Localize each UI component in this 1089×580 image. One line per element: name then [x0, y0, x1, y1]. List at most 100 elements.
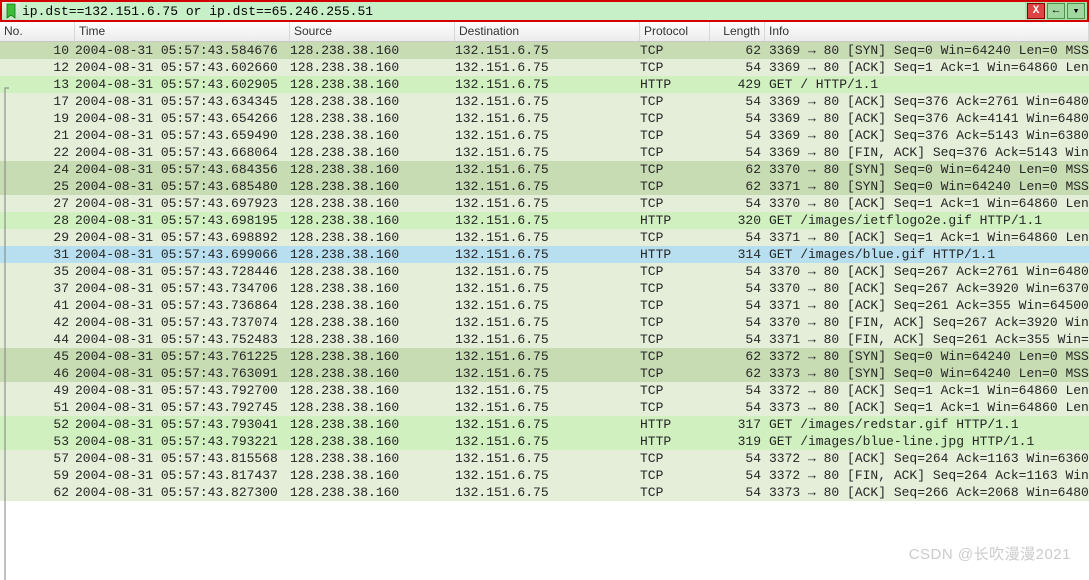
cell-time: 2004-08-31 05:57:43.668064 — [75, 144, 290, 161]
cell-length: 62 — [710, 348, 765, 365]
packet-row[interactable]: 212004-08-31 05:57:43.659490128.238.38.1… — [0, 127, 1089, 144]
cell-source: 128.238.38.160 — [290, 161, 455, 178]
cell-protocol: TCP — [640, 110, 710, 127]
packet-row[interactable]: 442004-08-31 05:57:43.752483128.238.38.1… — [0, 331, 1089, 348]
cell-info: 3372 → 80 [SYN] Seq=0 Win=64240 Len=0 MS… — [765, 348, 1089, 365]
packet-row[interactable]: 132004-08-31 05:57:43.602905128.238.38.1… — [0, 76, 1089, 93]
cell-protocol: TCP — [640, 144, 710, 161]
cell-protocol: TCP — [640, 314, 710, 331]
cell-destination: 132.151.6.75 — [455, 297, 640, 314]
packet-row[interactable]: 372004-08-31 05:57:43.734706128.238.38.1… — [0, 280, 1089, 297]
cell-destination: 132.151.6.75 — [455, 416, 640, 433]
cell-protocol: TCP — [640, 229, 710, 246]
cell-source: 128.238.38.160 — [290, 42, 455, 59]
cell-length: 54 — [710, 382, 765, 399]
cell-protocol: TCP — [640, 42, 710, 59]
display-filter-input[interactable] — [20, 2, 1025, 20]
packet-row[interactable]: 122004-08-31 05:57:43.602660128.238.38.1… — [0, 59, 1089, 76]
col-header-len[interactable]: Length — [710, 22, 765, 41]
packet-row[interactable]: 412004-08-31 05:57:43.736864128.238.38.1… — [0, 297, 1089, 314]
packet-row[interactable]: 572004-08-31 05:57:43.815568128.238.38.1… — [0, 450, 1089, 467]
packet-row[interactable]: 282004-08-31 05:57:43.698195128.238.38.1… — [0, 212, 1089, 229]
packet-row[interactable]: 192004-08-31 05:57:43.654266128.238.38.1… — [0, 110, 1089, 127]
clear-filter-button[interactable]: X — [1027, 3, 1045, 19]
col-header-no[interactable]: No. — [0, 22, 75, 41]
display-filter-bar: X ← ▾ — [0, 0, 1089, 22]
packet-row[interactable]: 352004-08-31 05:57:43.728446128.238.38.1… — [0, 263, 1089, 280]
bookmark-icon[interactable] — [2, 3, 20, 19]
cell-no: 46 — [0, 365, 75, 382]
cell-destination: 132.151.6.75 — [455, 314, 640, 331]
cell-no: 62 — [0, 484, 75, 501]
packet-row[interactable]: 592004-08-31 05:57:43.817437128.238.38.1… — [0, 467, 1089, 484]
cell-time: 2004-08-31 05:57:43.685480 — [75, 178, 290, 195]
packet-row[interactable]: 272004-08-31 05:57:43.697923128.238.38.1… — [0, 195, 1089, 212]
cell-no: 44 — [0, 331, 75, 348]
cell-destination: 132.151.6.75 — [455, 229, 640, 246]
packet-row[interactable]: 492004-08-31 05:57:43.792700128.238.38.1… — [0, 382, 1089, 399]
packet-row[interactable]: 312004-08-31 05:57:43.699066128.238.38.1… — [0, 246, 1089, 263]
cell-no: 29 — [0, 229, 75, 246]
packet-row[interactable]: 622004-08-31 05:57:43.827300128.238.38.1… — [0, 484, 1089, 501]
cell-destination: 132.151.6.75 — [455, 246, 640, 263]
cell-time: 2004-08-31 05:57:43.792700 — [75, 382, 290, 399]
packet-row[interactable]: 252004-08-31 05:57:43.685480128.238.38.1… — [0, 178, 1089, 195]
col-header-src[interactable]: Source — [290, 22, 455, 41]
cell-length: 54 — [710, 144, 765, 161]
cell-no: 35 — [0, 263, 75, 280]
filter-history-dropdown[interactable]: ▾ — [1067, 3, 1085, 19]
cell-info: 3370 → 80 [ACK] Seq=1 Ack=1 Win=64860 Le… — [765, 195, 1089, 212]
packet-row[interactable]: 222004-08-31 05:57:43.668064128.238.38.1… — [0, 144, 1089, 161]
cell-protocol: TCP — [640, 399, 710, 416]
cell-source: 128.238.38.160 — [290, 76, 455, 93]
cell-source: 128.238.38.160 — [290, 450, 455, 467]
cell-info: GET /images/blue-line.jpg HTTP/1.1 — [765, 433, 1089, 450]
cell-info: 3373 → 80 [ACK] Seq=266 Ack=2068 Win=648… — [765, 484, 1089, 501]
packet-row[interactable]: 172004-08-31 05:57:43.634345128.238.38.1… — [0, 93, 1089, 110]
recent-filter-button[interactable]: ← — [1047, 3, 1065, 19]
packet-row[interactable]: 532004-08-31 05:57:43.793221128.238.38.1… — [0, 433, 1089, 450]
col-header-dst[interactable]: Destination — [455, 22, 640, 41]
cell-destination: 132.151.6.75 — [455, 331, 640, 348]
cell-no: 57 — [0, 450, 75, 467]
cell-no: 51 — [0, 399, 75, 416]
cell-no: 19 — [0, 110, 75, 127]
cell-destination: 132.151.6.75 — [455, 365, 640, 382]
cell-info: 3372 → 80 [ACK] Seq=1 Ack=1 Win=64860 Le… — [765, 382, 1089, 399]
cell-length: 54 — [710, 399, 765, 416]
cell-length: 54 — [710, 484, 765, 501]
cell-info: GET /images/blue.gif HTTP/1.1 — [765, 246, 1089, 263]
packet-row[interactable]: 462004-08-31 05:57:43.763091128.238.38.1… — [0, 365, 1089, 382]
cell-length: 320 — [710, 212, 765, 229]
cell-destination: 132.151.6.75 — [455, 433, 640, 450]
cell-no: 42 — [0, 314, 75, 331]
cell-info: 3369 → 80 [ACK] Seq=376 Ack=2761 Win=648… — [765, 93, 1089, 110]
cell-protocol: TCP — [640, 195, 710, 212]
col-header-time[interactable]: Time — [75, 22, 290, 41]
cell-protocol: TCP — [640, 297, 710, 314]
col-header-info[interactable]: Info — [765, 22, 1089, 41]
packet-row[interactable]: 452004-08-31 05:57:43.761225128.238.38.1… — [0, 348, 1089, 365]
cell-protocol: TCP — [640, 263, 710, 280]
packet-list[interactable]: 102004-08-31 05:57:43.584676128.238.38.1… — [0, 42, 1089, 580]
cell-length: 54 — [710, 280, 765, 297]
cell-no: 22 — [0, 144, 75, 161]
packet-row[interactable]: 522004-08-31 05:57:43.793041128.238.38.1… — [0, 416, 1089, 433]
cell-time: 2004-08-31 05:57:43.654266 — [75, 110, 290, 127]
cell-protocol: HTTP — [640, 433, 710, 450]
cell-info: 3372 → 80 [ACK] Seq=264 Ack=1163 Win=636… — [765, 450, 1089, 467]
cell-protocol: TCP — [640, 93, 710, 110]
packet-row[interactable]: 422004-08-31 05:57:43.737074128.238.38.1… — [0, 314, 1089, 331]
cell-protocol: HTTP — [640, 246, 710, 263]
cell-length: 54 — [710, 229, 765, 246]
packet-row[interactable]: 292004-08-31 05:57:43.698892128.238.38.1… — [0, 229, 1089, 246]
cell-info: 3373 → 80 [SYN] Seq=0 Win=64240 Len=0 MS… — [765, 365, 1089, 382]
cell-destination: 132.151.6.75 — [455, 263, 640, 280]
packet-row[interactable]: 102004-08-31 05:57:43.584676128.238.38.1… — [0, 42, 1089, 59]
cell-destination: 132.151.6.75 — [455, 195, 640, 212]
col-header-proto[interactable]: Protocol — [640, 22, 710, 41]
packet-row[interactable]: 512004-08-31 05:57:43.792745128.238.38.1… — [0, 399, 1089, 416]
cell-length: 54 — [710, 93, 765, 110]
cell-no: 53 — [0, 433, 75, 450]
packet-row[interactable]: 242004-08-31 05:57:43.684356128.238.38.1… — [0, 161, 1089, 178]
